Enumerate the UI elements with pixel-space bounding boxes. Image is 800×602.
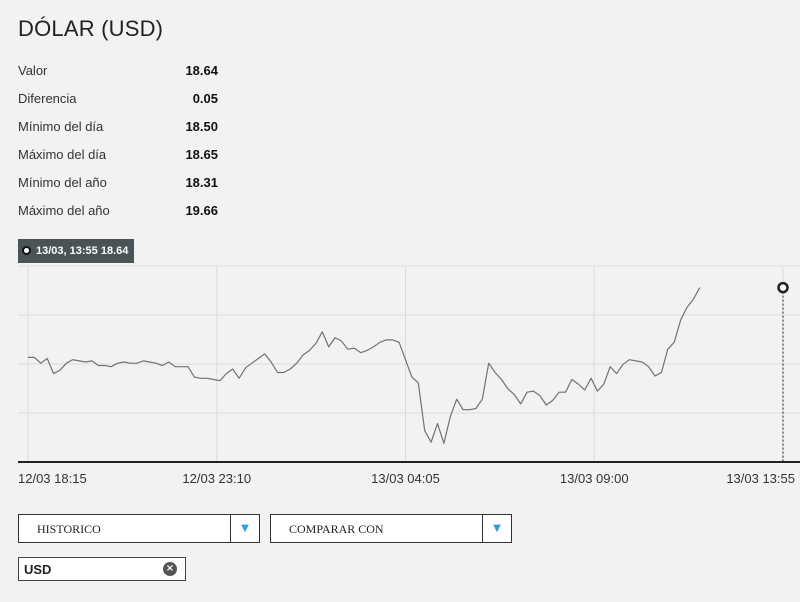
- stat-row-maximo-anio: Máximo del año 19.66: [18, 196, 218, 224]
- stat-label: Mínimo del día: [18, 118, 104, 134]
- series-line: [28, 287, 701, 444]
- stat-label: Máximo del año: [18, 202, 110, 218]
- stat-value: 18.31: [185, 174, 218, 190]
- stat-row-minimo-dia: Mínimo del día 18.50: [18, 112, 218, 140]
- stat-label: Mínimo del año: [18, 174, 107, 190]
- x-tick-label: 13/03 13:55: [726, 471, 795, 486]
- stat-value: 18.50: [185, 118, 218, 134]
- x-tick-label: 12/03 18:15: [18, 471, 87, 486]
- comparar-select-label: COMPARAR CON: [289, 522, 384, 536]
- stat-label: Diferencia: [18, 90, 77, 106]
- stat-value: 18.64: [185, 62, 218, 78]
- stat-value: 19.66: [185, 202, 218, 218]
- line-chart[interactable]: 12/03 18:15 12/03 23:10 13/03 04:05 13/03 0…: [0, 262, 800, 494]
- stat-row-minimo-anio: Mínimo del año 18.31: [18, 168, 218, 196]
- last-point-marker: [777, 281, 789, 294]
- stat-row-diferencia: Diferencia 0.05: [18, 84, 218, 112]
- stat-row-maximo-dia: Máximo del día 18.65: [18, 140, 218, 168]
- stat-label: Máximo del día: [18, 146, 107, 162]
- chevron-down-icon[interactable]: ▼: [482, 515, 511, 542]
- stat-label: Valor: [18, 62, 48, 78]
- stat-row-valor: Valor 18.64: [18, 56, 218, 84]
- tooltip-text: 13/03, 13:55 18.64: [36, 245, 129, 257]
- x-tick-label: 13/03 09:00: [560, 471, 629, 486]
- close-icon[interactable]: ×: [163, 562, 177, 576]
- comparar-select[interactable]: COMPARAR CON ▼: [270, 514, 512, 543]
- chip-label: USD: [24, 562, 52, 577]
- x-tick-label: 12/03 23:10: [182, 471, 251, 486]
- stat-value: 18.65: [185, 146, 218, 162]
- x-tick-label: 13/03 04:05: [371, 471, 440, 486]
- page-title: DÓLAR (USD): [18, 16, 164, 41]
- historico-select-label: HISTORICO: [37, 522, 101, 536]
- currency-chip: USD ×: [18, 557, 186, 581]
- stats-table: Valor 18.64 Diferencia 0.05 Mínimo del d…: [18, 56, 218, 224]
- tooltip-dot-icon: [22, 245, 31, 255]
- chevron-down-icon[interactable]: ▼: [230, 515, 259, 542]
- historico-select[interactable]: HISTORICO ▼: [18, 514, 260, 543]
- stat-value: 0.05: [192, 90, 218, 106]
- chart-tooltip: 13/03, 13:55 18.64: [18, 239, 135, 263]
